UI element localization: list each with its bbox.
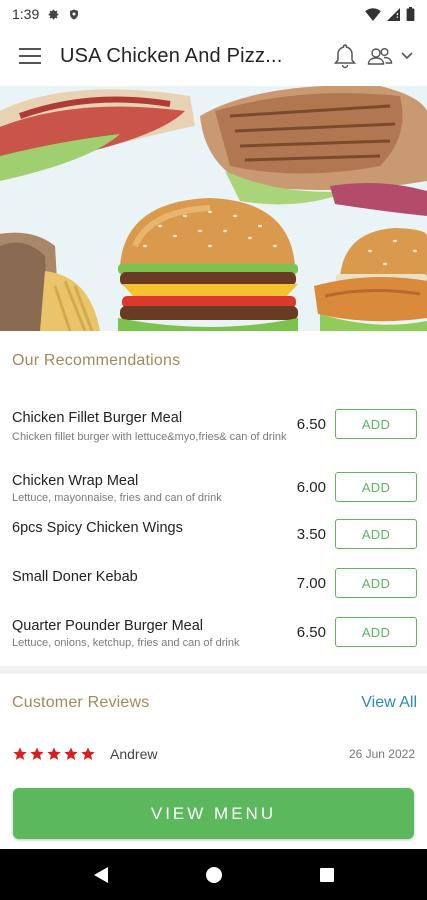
hero-food-image [0, 86, 427, 331]
food-illustration [0, 86, 427, 331]
burger-image [118, 198, 298, 331]
shield-icon [70, 9, 79, 19]
star-rating [12, 746, 96, 762]
menu-item-price: 3.50 [296, 526, 326, 543]
status-time: 1:39 [12, 6, 40, 22]
star-icon [47, 747, 61, 760]
menu-button[interactable] [0, 28, 60, 84]
menu-item-name: 6pcs Spicy Chicken Wings [12, 520, 183, 536]
menu-item-description: Lettuce, mayonnaise, fries and can of dr… [12, 492, 222, 504]
hamburger-menu-icon [19, 48, 41, 64]
status-bar: 1:39 [0, 0, 427, 28]
view-all-reviews-link[interactable]: View All [361, 694, 417, 712]
star-icon [64, 747, 78, 760]
review-date: 26 Jun 2022 [348, 747, 415, 761]
menu-item-name: Chicken Wrap Meal [12, 473, 139, 489]
view-menu-button[interactable]: VIEW MENU [13, 788, 414, 839]
back-icon[interactable] [93, 866, 109, 884]
menu-item-name: Chicken Fillet Burger Meal [12, 410, 183, 426]
system-navigation-bar [0, 849, 427, 900]
add-button[interactable]: ADD [335, 617, 417, 647]
app-bar: USA Chicken And Pizz... [0, 28, 427, 84]
page-title: USA Chicken And Pizz... [60, 44, 283, 67]
menu-item-price: 6.50 [296, 624, 326, 641]
star-icon [13, 747, 27, 760]
add-button[interactable]: ADD [335, 409, 417, 439]
review-item: Andrew 26 Jun 2022 [12, 742, 415, 766]
star-icon [30, 747, 44, 760]
add-button[interactable]: ADD [335, 519, 417, 549]
settings-gear-icon [48, 9, 59, 19]
menu-item-price: 6.50 [296, 416, 326, 433]
menu-item-description: Lettuce, onions, ketchup, fries and can … [12, 637, 240, 649]
battery-icon [406, 7, 415, 21]
menu-item-price: 6.00 [296, 479, 326, 496]
recents-icon[interactable] [319, 867, 335, 883]
reviews-title: Customer Reviews [12, 694, 150, 711]
menu-item-price: 7.00 [296, 575, 326, 592]
recommendations-title: Our Recommendations [12, 352, 181, 369]
section-divider [0, 666, 427, 674]
home-icon[interactable] [205, 866, 223, 884]
wifi-icon [365, 7, 381, 21]
chevron-down-icon [401, 52, 413, 60]
menu-item-description: Chicken fillet burger with lettuce&myo,f… [12, 431, 287, 443]
add-button[interactable]: ADD [335, 472, 417, 502]
users-icon [367, 48, 393, 65]
reviewer-name: Andrew [110, 746, 158, 762]
star-icon [81, 747, 95, 760]
menu-item-name: Quarter Pounder Burger Meal [12, 618, 204, 634]
signal-icon [387, 7, 400, 21]
menu-item-name: Small Doner Kebab [12, 569, 138, 585]
notification-bell-icon[interactable] [333, 43, 357, 69]
account-dropdown[interactable] [367, 46, 413, 66]
add-button[interactable]: ADD [335, 568, 417, 598]
